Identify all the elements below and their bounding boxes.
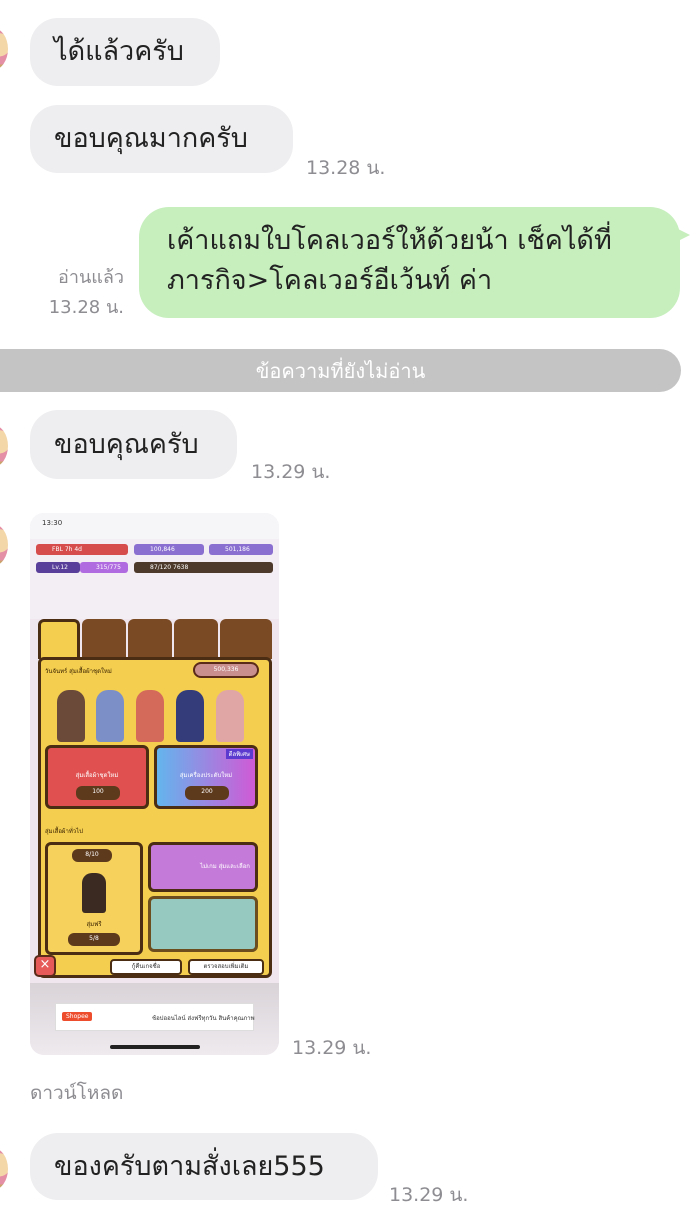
message-text: ขอบคุณครับ xyxy=(54,428,199,460)
received-message[interactable]: ของครับตามสั่งเลย555 xyxy=(30,1133,378,1200)
game-ad-banner: Shopee ช้อปออนไลน์ ส่งฟรีทุกวัน สินค้าคุ… xyxy=(55,1003,255,1031)
game-status-bar: 13:30 xyxy=(30,513,279,539)
received-message[interactable]: ขอบคุณมากครับ xyxy=(30,105,293,173)
game-tab xyxy=(128,619,172,659)
game-stat-bar: 100,846 xyxy=(134,544,204,555)
game-card-price: 100 xyxy=(76,786,120,800)
game-locked-card xyxy=(148,896,258,952)
game-character xyxy=(216,690,244,742)
game-card-label: สุ่มเครื่องประดับใหม่ xyxy=(179,772,233,779)
game-card-purple: ดีลพิเศษ สุ่มเครื่องประดับใหม่ 200 xyxy=(154,745,258,809)
home-indicator xyxy=(110,1045,200,1049)
sent-message[interactable]: เค้าแถมใบโคลเวอร์ให้ด้วยน้า เช็คได้ที่ ภ… xyxy=(139,207,680,318)
ad-brand: Shopee xyxy=(62,1012,93,1021)
game-card-price: 200 xyxy=(185,786,229,800)
game-button: ตรวจสอบเพิ่มเติม xyxy=(188,959,264,975)
game-status-time: 13:30 xyxy=(42,519,63,527)
game-stat-bar: Lv.12 xyxy=(36,562,80,573)
bubble-tail xyxy=(672,226,690,244)
avatar[interactable] xyxy=(0,1148,8,1190)
received-message[interactable]: ได้แล้วครับ xyxy=(30,18,220,86)
message-time: 13.29 น. xyxy=(251,461,331,483)
game-close-icon: × xyxy=(34,955,56,977)
download-link[interactable]: ดาวน์โหลด xyxy=(30,1078,123,1108)
avatar[interactable] xyxy=(0,425,8,467)
message-time: 13.28 น. xyxy=(306,157,386,179)
received-message[interactable]: ขอบคุณครับ xyxy=(30,410,237,479)
unread-divider: ข้อความที่ยังไม่อ่าน xyxy=(0,349,681,392)
message-text: ได้แล้วครับ xyxy=(54,36,184,67)
game-button: กู้คืนเกจชื่อ xyxy=(110,959,182,975)
message-time: 13.28 น. xyxy=(48,297,124,318)
game-section-title: สุ่มเสื้อผ้าทั่วไป xyxy=(45,828,83,835)
ad-text: ช้อปออนไลน์ ส่งฟรีทุกวัน สินค้าคุณภาพ xyxy=(152,1015,255,1022)
game-promo-card: ไม่เกม สุ่มและเลือก xyxy=(148,842,258,892)
message-time: 13.29 น. xyxy=(389,1184,469,1206)
game-stat-bar: 501,186 xyxy=(209,544,273,555)
game-panel: วันจันทร์ สุ่มเสื้อผ้าชุดใหม่ 500,336 สุ… xyxy=(38,657,272,978)
game-tab xyxy=(174,619,218,659)
unread-divider-label: ข้อความที่ยังไม่อ่าน xyxy=(255,358,426,383)
message-text: ขอบคุณมากครับ xyxy=(54,123,248,154)
game-tab xyxy=(38,619,80,659)
game-stat-bar: 315/775 xyxy=(80,562,128,573)
game-tab xyxy=(220,619,272,659)
game-char-price: 5/8 xyxy=(68,933,120,946)
game-character xyxy=(136,690,164,742)
game-character xyxy=(82,873,106,913)
message-text-line-1: เค้าแถมใบโคลเวอร์ให้ด้วยน้า เช็คได้ที่ xyxy=(167,225,612,256)
game-stat-bar: FBL 7h 4d xyxy=(36,544,128,555)
game-char-label: สุ่มฟรี xyxy=(86,921,102,928)
game-character xyxy=(96,690,124,742)
game-card-red: สุ่มเสื้อผ้าชุดใหม่ 100 xyxy=(45,745,149,809)
game-tabs xyxy=(38,619,272,659)
game-card-label: สุ่มเสื้อผ้าชุดใหม่ xyxy=(75,772,119,779)
game-currency: 500,336 xyxy=(193,662,259,678)
message-text: ของครับตามสั่งเลย555 xyxy=(54,1150,325,1182)
game-card-badge: ดีลพิเศษ xyxy=(225,749,253,759)
game-char-card: 8/10 สุ่มฟรี 5/8 xyxy=(45,842,143,955)
game-counter: 8/10 xyxy=(72,849,112,862)
image-message[interactable]: 13:30 FBL 7h 4d 100,846 501,186 Lv.12 31… xyxy=(30,513,279,1055)
game-promo-label: ไม่เกม สุ่มและเลือก xyxy=(200,863,250,870)
read-receipt: อ่านแล้ว 13.28 น. xyxy=(38,263,124,323)
message-text-line-2: ภารกิจ>โคลเวอร์อีเว้นท์ ค่า xyxy=(167,265,493,296)
game-tab xyxy=(82,619,126,659)
game-character xyxy=(57,690,85,742)
message-time: 13.29 น. xyxy=(292,1037,372,1059)
avatar[interactable] xyxy=(0,524,8,566)
game-character xyxy=(176,690,204,742)
avatar[interactable] xyxy=(0,28,8,70)
game-stat-bar: 87/120 7638 xyxy=(134,562,273,573)
read-label: อ่านแล้ว xyxy=(58,267,124,288)
